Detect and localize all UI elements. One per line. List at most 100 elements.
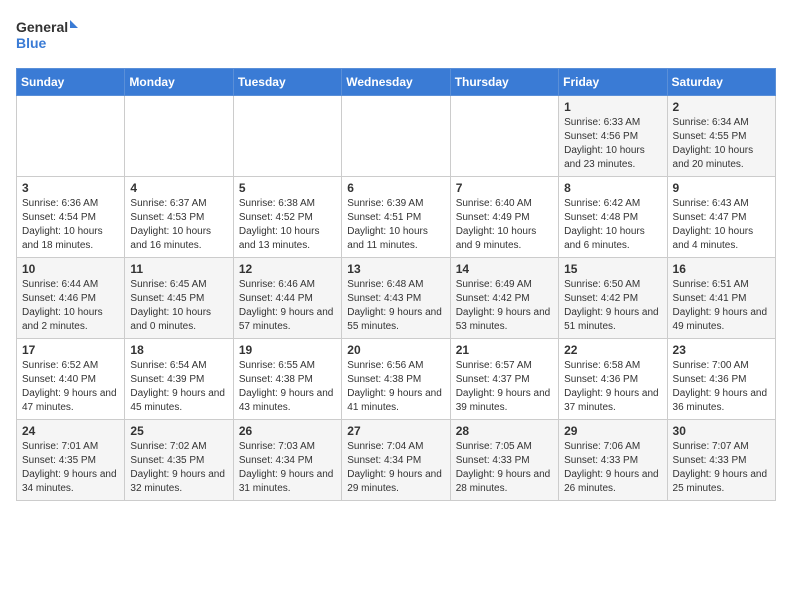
day-number: 13 (347, 262, 444, 276)
calendar-cell: 16 Sunrise: 6:51 AM Sunset: 4:41 PM Dayli… (667, 258, 775, 339)
day-info: Sunrise: 6:46 AM Sunset: 4:44 PM Dayligh… (239, 278, 336, 334)
calendar-cell: 12Sunrise: 6:46 AM Sunset: 4:44 PM Dayli… (233, 258, 341, 339)
day-number: 22 (564, 343, 661, 357)
day-info: Sunrise: 7:00 AM Sunset: 4:36 PM Dayligh… (673, 359, 770, 415)
calendar-cell: 10 Sunrise: 6:44 AM Sunset: 4:46 PM Dayli… (17, 258, 125, 339)
day-info: Sunrise: 6:51 AM Sunset: 4:41 PM Dayligh… (673, 278, 770, 334)
day-number: 21 (456, 343, 553, 357)
calendar-cell (450, 96, 558, 177)
day-info: Sunrise: 6:37 AM Sunset: 4:53 PM Dayligh… (130, 197, 227, 253)
day-info: Sunrise: 6:56 AM Sunset: 4:38 PM Dayligh… (347, 359, 444, 415)
calendar-cell: 3 Sunrise: 6:36 AM Sunset: 4:54 PM Daylig… (17, 177, 125, 258)
day-info: Sunrise: 6:38 AM Sunset: 4:52 PM Dayligh… (239, 197, 336, 253)
day-info: Sunrise: 7:04 AM Sunset: 4:34 PM Dayligh… (347, 440, 444, 496)
day-number: 29 (564, 424, 661, 438)
column-header-sunday: Sunday (17, 69, 125, 96)
day-info: Sunrise: 6:33 AM Sunset: 4:56 PM Dayligh… (564, 116, 661, 172)
logo-icon: GeneralBlue (16, 16, 86, 56)
column-header-thursday: Thursday (450, 69, 558, 96)
day-number: 27 (347, 424, 444, 438)
calendar-cell: 24 Sunrise: 7:01 AM Sunset: 4:35 PM Dayli… (17, 420, 125, 501)
calendar-row: 24 Sunrise: 7:01 AM Sunset: 4:35 PM Dayli… (17, 420, 776, 501)
column-header-friday: Friday (559, 69, 667, 96)
calendar-cell: 25 Sunrise: 7:02 AM Sunset: 4:35 PM Dayli… (125, 420, 233, 501)
day-number: 23 (673, 343, 770, 357)
calendar-cell: 6 Sunrise: 6:39 AM Sunset: 4:51 PM Daylig… (342, 177, 450, 258)
calendar-cell: 7 Sunrise: 6:40 AM Sunset: 4:49 PM Daylig… (450, 177, 558, 258)
day-info: Sunrise: 6:44 AM Sunset: 4:46 PM Dayligh… (22, 278, 119, 334)
day-number: 7 (456, 181, 553, 195)
day-info: Sunrise: 6:55 AM Sunset: 4:38 PM Dayligh… (239, 359, 336, 415)
calendar-cell: 4 Sunrise: 6:37 AM Sunset: 4:53 PM Daylig… (125, 177, 233, 258)
calendar-cell: 17Sunrise: 6:52 AM Sunset: 4:40 PM Dayli… (17, 339, 125, 420)
calendar-row: 17Sunrise: 6:52 AM Sunset: 4:40 PM Dayli… (17, 339, 776, 420)
day-number: 10 (22, 262, 119, 276)
day-number: 3 (22, 181, 119, 195)
day-number: 14 (456, 262, 553, 276)
day-number: 28 (456, 424, 553, 438)
day-number: 1 (564, 100, 661, 114)
calendar-cell: 21 Sunrise: 6:57 AM Sunset: 4:37 PM Dayli… (450, 339, 558, 420)
calendar-cell: 15Sunrise: 6:50 AM Sunset: 4:42 PM Dayli… (559, 258, 667, 339)
day-info: Sunrise: 7:03 AM Sunset: 4:34 PM Dayligh… (239, 440, 336, 496)
svg-text:General: General (16, 19, 68, 35)
calendar-cell: 19Sunrise: 6:55 AM Sunset: 4:38 PM Dayli… (233, 339, 341, 420)
day-info: Sunrise: 6:52 AM Sunset: 4:40 PM Dayligh… (22, 359, 119, 415)
calendar-cell: 22 Sunrise: 6:58 AM Sunset: 4:36 PM Dayli… (559, 339, 667, 420)
calendar-cell (342, 96, 450, 177)
calendar-cell: 5Sunrise: 6:38 AM Sunset: 4:52 PM Daylig… (233, 177, 341, 258)
calendar-cell: 20 Sunrise: 6:56 AM Sunset: 4:38 PM Dayli… (342, 339, 450, 420)
calendar-cell: 29Sunrise: 7:06 AM Sunset: 4:33 PM Dayli… (559, 420, 667, 501)
calendar-row: 10 Sunrise: 6:44 AM Sunset: 4:46 PM Dayli… (17, 258, 776, 339)
day-info: Sunrise: 6:34 AM Sunset: 4:55 PM Dayligh… (673, 116, 770, 172)
calendar-cell: 14 Sunrise: 6:49 AM Sunset: 4:42 PM Dayli… (450, 258, 558, 339)
column-header-monday: Monday (125, 69, 233, 96)
day-info: Sunrise: 6:39 AM Sunset: 4:51 PM Dayligh… (347, 197, 444, 253)
calendar-cell: 26Sunrise: 7:03 AM Sunset: 4:34 PM Dayli… (233, 420, 341, 501)
calendar-cell: 18 Sunrise: 6:54 AM Sunset: 4:39 PM Dayli… (125, 339, 233, 420)
day-info: Sunrise: 6:58 AM Sunset: 4:36 PM Dayligh… (564, 359, 661, 415)
calendar-cell: 30 Sunrise: 7:07 AM Sunset: 4:33 PM Dayli… (667, 420, 775, 501)
calendar-cell: 8 Sunrise: 6:42 AM Sunset: 4:48 PM Daylig… (559, 177, 667, 258)
day-info: Sunrise: 6:42 AM Sunset: 4:48 PM Dayligh… (564, 197, 661, 253)
column-header-wednesday: Wednesday (342, 69, 450, 96)
calendar-cell (233, 96, 341, 177)
calendar-row: 3 Sunrise: 6:36 AM Sunset: 4:54 PM Daylig… (17, 177, 776, 258)
day-info: Sunrise: 6:36 AM Sunset: 4:54 PM Dayligh… (22, 197, 119, 253)
calendar-cell: 27 Sunrise: 7:04 AM Sunset: 4:34 PM Dayli… (342, 420, 450, 501)
day-info: Sunrise: 7:02 AM Sunset: 4:35 PM Dayligh… (130, 440, 227, 496)
day-info: Sunrise: 6:57 AM Sunset: 4:37 PM Dayligh… (456, 359, 553, 415)
day-info: Sunrise: 7:07 AM Sunset: 4:33 PM Dayligh… (673, 440, 770, 496)
day-info: Sunrise: 7:01 AM Sunset: 4:35 PM Dayligh… (22, 440, 119, 496)
calendar-cell (17, 96, 125, 177)
day-number: 16 (673, 262, 770, 276)
day-number: 30 (673, 424, 770, 438)
day-info: Sunrise: 6:54 AM Sunset: 4:39 PM Dayligh… (130, 359, 227, 415)
day-number: 25 (130, 424, 227, 438)
calendar-row: 1 Sunrise: 6:33 AM Sunset: 4:56 PM Daylig… (17, 96, 776, 177)
page-header: GeneralBlue (16, 16, 776, 56)
day-info: Sunrise: 6:45 AM Sunset: 4:45 PM Dayligh… (130, 278, 227, 334)
day-info: Sunrise: 6:49 AM Sunset: 4:42 PM Dayligh… (456, 278, 553, 334)
calendar-cell: 23 Sunrise: 7:00 AM Sunset: 4:36 PM Dayli… (667, 339, 775, 420)
calendar-cell: 2Sunrise: 6:34 AM Sunset: 4:55 PM Daylig… (667, 96, 775, 177)
calendar-cell: 9Sunrise: 6:43 AM Sunset: 4:47 PM Daylig… (667, 177, 775, 258)
day-number: 18 (130, 343, 227, 357)
column-header-tuesday: Tuesday (233, 69, 341, 96)
calendar-cell: 11 Sunrise: 6:45 AM Sunset: 4:45 PM Dayli… (125, 258, 233, 339)
calendar-cell: 1 Sunrise: 6:33 AM Sunset: 4:56 PM Daylig… (559, 96, 667, 177)
day-number: 20 (347, 343, 444, 357)
day-info: Sunrise: 6:40 AM Sunset: 4:49 PM Dayligh… (456, 197, 553, 253)
svg-text:Blue: Blue (16, 35, 47, 51)
calendar-cell: 13Sunrise: 6:48 AM Sunset: 4:43 PM Dayli… (342, 258, 450, 339)
day-info: Sunrise: 7:05 AM Sunset: 4:33 PM Dayligh… (456, 440, 553, 496)
day-number: 4 (130, 181, 227, 195)
day-number: 8 (564, 181, 661, 195)
day-number: 6 (347, 181, 444, 195)
day-number: 24 (22, 424, 119, 438)
day-number: 11 (130, 262, 227, 276)
calendar-header-row: SundayMondayTuesdayWednesdayThursdayFrid… (17, 69, 776, 96)
calendar-cell (125, 96, 233, 177)
column-header-saturday: Saturday (667, 69, 775, 96)
day-number: 9 (673, 181, 770, 195)
